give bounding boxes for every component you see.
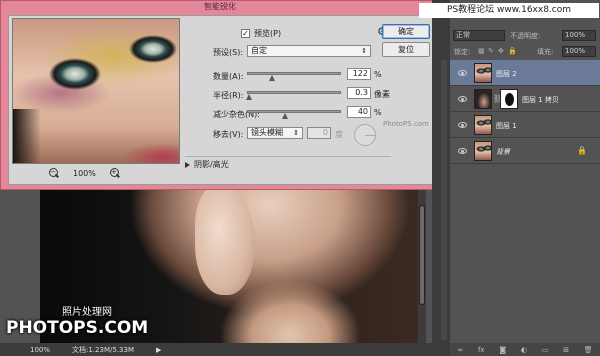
noise-input[interactable]: 40 [347,106,371,118]
preview-zoom-level: 100% [73,168,96,178]
new-layer-icon[interactable]: ⊞ [563,346,569,354]
dialog-body: − 100% + ✓ 预览(P) ⚙ 确定 复位 预设(S): 自定 ⇕ 数量(… [8,15,433,185]
lock-position-icon[interactable]: ✥ [498,47,504,55]
status-zoom[interactable]: 100% [30,346,50,354]
amount-unit: % [374,70,382,79]
watermark-chinese: 照片处理网 [62,307,112,318]
sharpen-preview[interactable] [12,18,180,164]
layer-name[interactable]: 图层 1 拷贝 [522,95,559,105]
layers-panel-toolbar: ∞ fx ◙ ◐ ▭ ⊞ 🗑 [450,343,600,356]
photops-watermark: 照片处理网 PHOTOPS.COM [6,303,149,338]
zoom-in-symbol: + [110,168,117,176]
expand-arrow-icon[interactable] [185,161,190,168]
noise-slider[interactable] [247,110,341,119]
lock-icon: 🔒 [577,146,587,155]
link-icon[interactable]: ∞ [457,346,463,354]
eye-icon[interactable] [458,70,467,76]
layer-row-layer-2[interactable]: 图层 2 [450,60,600,86]
watermark-english: PHOTOPS.COM [6,318,149,338]
layer-row-background[interactable]: 背景 🔒 [450,138,600,164]
folder-icon[interactable]: ▭ [542,346,549,354]
dialog-title[interactable]: 智能锐化 [1,1,439,13]
preview-checkbox[interactable]: ✓ [241,29,250,38]
layers-panel: 正常 不透明度: 100% 锁定: ▦ ✎ ✥ 🔒 填充: 100% 图层 2 … [450,0,600,356]
preset-value: 自定 [251,46,267,55]
fill-input[interactable]: 100% [562,46,596,57]
amount-input[interactable]: 122 [347,68,371,80]
eye-icon[interactable] [458,148,467,154]
zoom-in-icon[interactable]: + [109,168,120,178]
radius-slider[interactable] [246,91,341,100]
select-arrow-icon: ⇕ [293,129,299,137]
preset-select[interactable]: 自定 ⇕ [247,45,371,57]
zoom-out-icon[interactable]: − [49,168,59,178]
noise-slider-thumb[interactable] [282,113,289,119]
layer-mask-thumbnail[interactable] [500,89,518,109]
site-watermark: PS教程论坛 www.16xx8.com [419,3,599,18]
fx-icon[interactable]: fx [478,346,485,354]
fill-label: 填充: [537,48,554,56]
opacity-label: 不透明度: [510,32,541,40]
shadows-highlights-label: 阴影/高光 [194,160,229,169]
layer-thumbnail [474,89,492,109]
layer-name[interactable]: 图层 2 [496,69,517,79]
radius-label: 半径(R): [213,91,244,100]
radius-unit: 像素 [374,90,390,99]
overlay-watermark: PhotoPS.com [383,120,429,128]
eye-icon[interactable] [458,122,467,128]
amount-label: 数量(A): [213,72,244,81]
opacity-input[interactable]: 100% [562,30,596,41]
angle-input: 0 [307,127,331,139]
layer-row-layer-1[interactable]: 图层 1 [450,112,600,138]
status-arrow-icon[interactable]: ▶ [156,346,161,354]
noise-unit: % [374,108,382,117]
status-doc-info[interactable]: 文档:1.23M/5.33M [72,345,134,355]
canvas-vertical-scrollbar[interactable] [418,185,426,343]
layer-name[interactable]: 图层 1 [496,121,517,131]
amount-slider-thumb[interactable] [268,75,275,81]
smart-sharpen-dialog: 智能锐化 − 100% + ✓ 预览(P) ⚙ 确定 复位 预设(S): 自定 … [0,0,440,190]
lock-label: 锁定: [454,48,471,56]
radius-input[interactable]: 0.3 [347,87,371,99]
preview-checkbox-label: 预览(P) [254,29,282,38]
angle-dial [354,124,376,146]
reset-button[interactable]: 复位 [382,42,430,57]
lock-transparency-icon[interactable]: ▦ [478,47,485,55]
scrollbar-thumb[interactable] [419,205,425,305]
mask-icon[interactable]: ◙ [499,346,506,354]
preview-shadow [13,109,41,163]
select-arrow-icon: ⇕ [361,47,367,55]
radius-slider-thumb[interactable] [246,94,253,100]
remove-select[interactable]: 镜头模糊 ⇕ [247,127,303,139]
lock-all-icon[interactable]: 🔒 [508,47,517,55]
preview-checkbox-row[interactable]: ✓ 预览(P) [241,28,281,39]
layer-row-layer-1-copy[interactable]: ⛓ 图层 1 拷贝 [450,86,600,112]
preview-zoom-controls: − 100% + [49,166,149,180]
panel-scrollbar[interactable] [441,60,447,340]
angle-unit: 度 [335,130,343,139]
layer-thumbnail [474,115,492,135]
zoom-out-symbol: − [50,168,56,176]
trash-icon[interactable]: 🗑 [584,346,593,354]
remove-value: 镜头模糊 [251,128,283,137]
blend-mode-select[interactable]: 正常 [453,30,505,41]
layer-thumbnail [474,63,492,83]
layer-name[interactable]: 背景 [496,147,510,157]
eye-icon[interactable] [458,96,467,102]
shadows-highlights-toggle[interactable]: 阴影/高光 [185,159,229,170]
adjustment-icon[interactable]: ◐ [521,346,527,354]
preset-label: 预设(S): [213,48,244,57]
status-bar: 100% 文档:1.23M/5.33M ▶ [0,343,432,356]
canvas-photo-hand [195,185,255,295]
layer-thumbnail [474,141,492,161]
amount-slider[interactable] [247,72,341,81]
lock-pixels-icon[interactable]: ✎ [488,47,494,55]
dialog-divider [185,156,391,157]
ok-button[interactable]: 确定 [382,24,430,39]
remove-label: 移去(V): [213,130,244,139]
